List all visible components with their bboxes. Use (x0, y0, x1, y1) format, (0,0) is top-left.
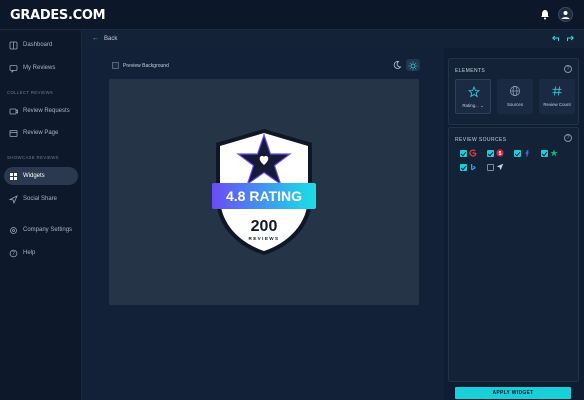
back-button[interactable]: ← Back (92, 35, 117, 42)
svg-text:$: $ (499, 151, 502, 157)
rating-text: 4.8 RATING (226, 188, 302, 204)
review-sources-title: REVIEW SOURCES (455, 137, 507, 143)
facebook-icon (525, 150, 529, 157)
sidebar-item-label: Help (23, 250, 36, 256)
sidebar-item-label: Review Page (23, 130, 59, 136)
gear-icon (10, 226, 17, 234)
preview-background-label: Preview Background (123, 62, 169, 69)
sidebar-item-review-page[interactable]: Review Page (4, 124, 78, 142)
sidebar-item-review-requests[interactable]: Review Requests (4, 102, 78, 120)
widgets-icon (10, 172, 17, 180)
share-icon (9, 194, 18, 204)
globe-icon (510, 86, 520, 96)
sidebar-item-widgets[interactable]: Widgets (4, 167, 78, 185)
bing-icon (471, 163, 476, 171)
settings-panel: ELEMENTS ? Rating... ⌄ Sources Review Co… (444, 48, 584, 400)
sidebar-item-label: My Reviews (23, 65, 56, 71)
bell-icon[interactable] (540, 9, 550, 20)
preview-area: Preview Background 4.8 RATING 200 REVIEW… (82, 48, 444, 400)
element-tile-sources[interactable]: Sources (497, 79, 533, 114)
element-tile-label: Sources (506, 102, 524, 107)
dashboard-icon (9, 41, 18, 49)
source-checkbox-yelp[interactable] (487, 150, 494, 157)
review-count-label: REVIEWS (249, 236, 280, 241)
sidebar-item-dashboard[interactable]: Dashboard (4, 36, 78, 54)
google-icon (469, 149, 477, 157)
logo[interactable]: GRADES.COM (10, 8, 106, 23)
elements-card: ELEMENTS ? Rating... ⌄ Sources Review Co… (448, 58, 579, 125)
preview-background-checkbox[interactable] (112, 62, 119, 69)
message-icon (9, 64, 18, 73)
elements-title: ELEMENTS (455, 68, 486, 74)
hash-icon (552, 86, 562, 96)
element-tile-review-count[interactable]: Review Count (539, 79, 575, 114)
review-count: 200 (251, 218, 278, 235)
source-checkbox-facebook[interactable] (514, 150, 521, 157)
user-avatar[interactable] (558, 7, 573, 22)
preview-canvas: 4.8 RATING 200 REVIEWS (109, 79, 419, 305)
element-tile-label: Rating... ⌄ (462, 103, 484, 108)
user-icon (561, 11, 570, 19)
source-checkbox-bing[interactable] (460, 164, 467, 171)
sidebar-item-company-settings[interactable]: Company Settings (4, 221, 78, 239)
chevron-down-icon: ⌄ (479, 103, 484, 108)
sidebar-item-social-share[interactable]: Social Share (4, 190, 78, 208)
preview-background-toggle[interactable]: Preview Background (112, 62, 169, 69)
sun-icon (408, 61, 418, 71)
source-checkbox-direct[interactable] (487, 164, 494, 171)
sidebar-item-label: Review Requests (23, 108, 70, 114)
svg-text:?: ? (12, 251, 15, 257)
arrow-left-icon: ← (92, 35, 99, 42)
top-bar: GRADES.COM (0, 0, 584, 30)
sub-toolbar: ← Back (82, 30, 584, 48)
section-label-collect: COLLECT REVIEWS (7, 90, 54, 95)
moon-icon[interactable] (392, 60, 402, 70)
trustpilot-icon (550, 149, 558, 157)
undo-icon[interactable] (551, 34, 560, 43)
sidebar-item-label: Company Settings (23, 227, 73, 233)
help-icon[interactable]: ? (564, 134, 572, 142)
source-checkbox-trustpilot[interactable] (541, 150, 548, 157)
sidebar-item-my-reviews[interactable]: My Reviews (4, 59, 78, 77)
page-icon (9, 129, 18, 137)
sidebar-item-label: Social Share (23, 196, 58, 202)
back-label: Back (104, 35, 118, 42)
section-label-showcase: SHOWCASE REVIEWS (7, 155, 59, 160)
direct-icon (496, 163, 504, 171)
star-icon (468, 86, 480, 98)
send-icon (9, 108, 18, 114)
sidebar-item-help[interactable]: ? Help (4, 244, 78, 262)
rating-badge: 4.8 RATING 200 REVIEWS (212, 129, 316, 255)
source-checkbox-google[interactable] (460, 150, 467, 157)
review-sources-card: REVIEW SOURCES ? $ (448, 127, 579, 382)
element-tile-label: Review Count (543, 102, 571, 107)
element-tile-rating[interactable]: Rating... ⌄ (455, 79, 491, 114)
apply-widget-button[interactable]: APPLY WIDGET (455, 387, 571, 399)
yelp-icon: $ (496, 149, 504, 157)
sidebar-item-label: Widgets (23, 173, 45, 179)
sidebar: Dashboard My Reviews COLLECT REVIEWS Rev… (0, 30, 82, 400)
help-icon[interactable]: ? (564, 65, 572, 73)
light-mode-button[interactable] (406, 59, 420, 71)
help-icon: ? (9, 249, 18, 257)
redo-icon[interactable] (566, 34, 575, 43)
sidebar-item-label: Dashboard (23, 42, 53, 48)
